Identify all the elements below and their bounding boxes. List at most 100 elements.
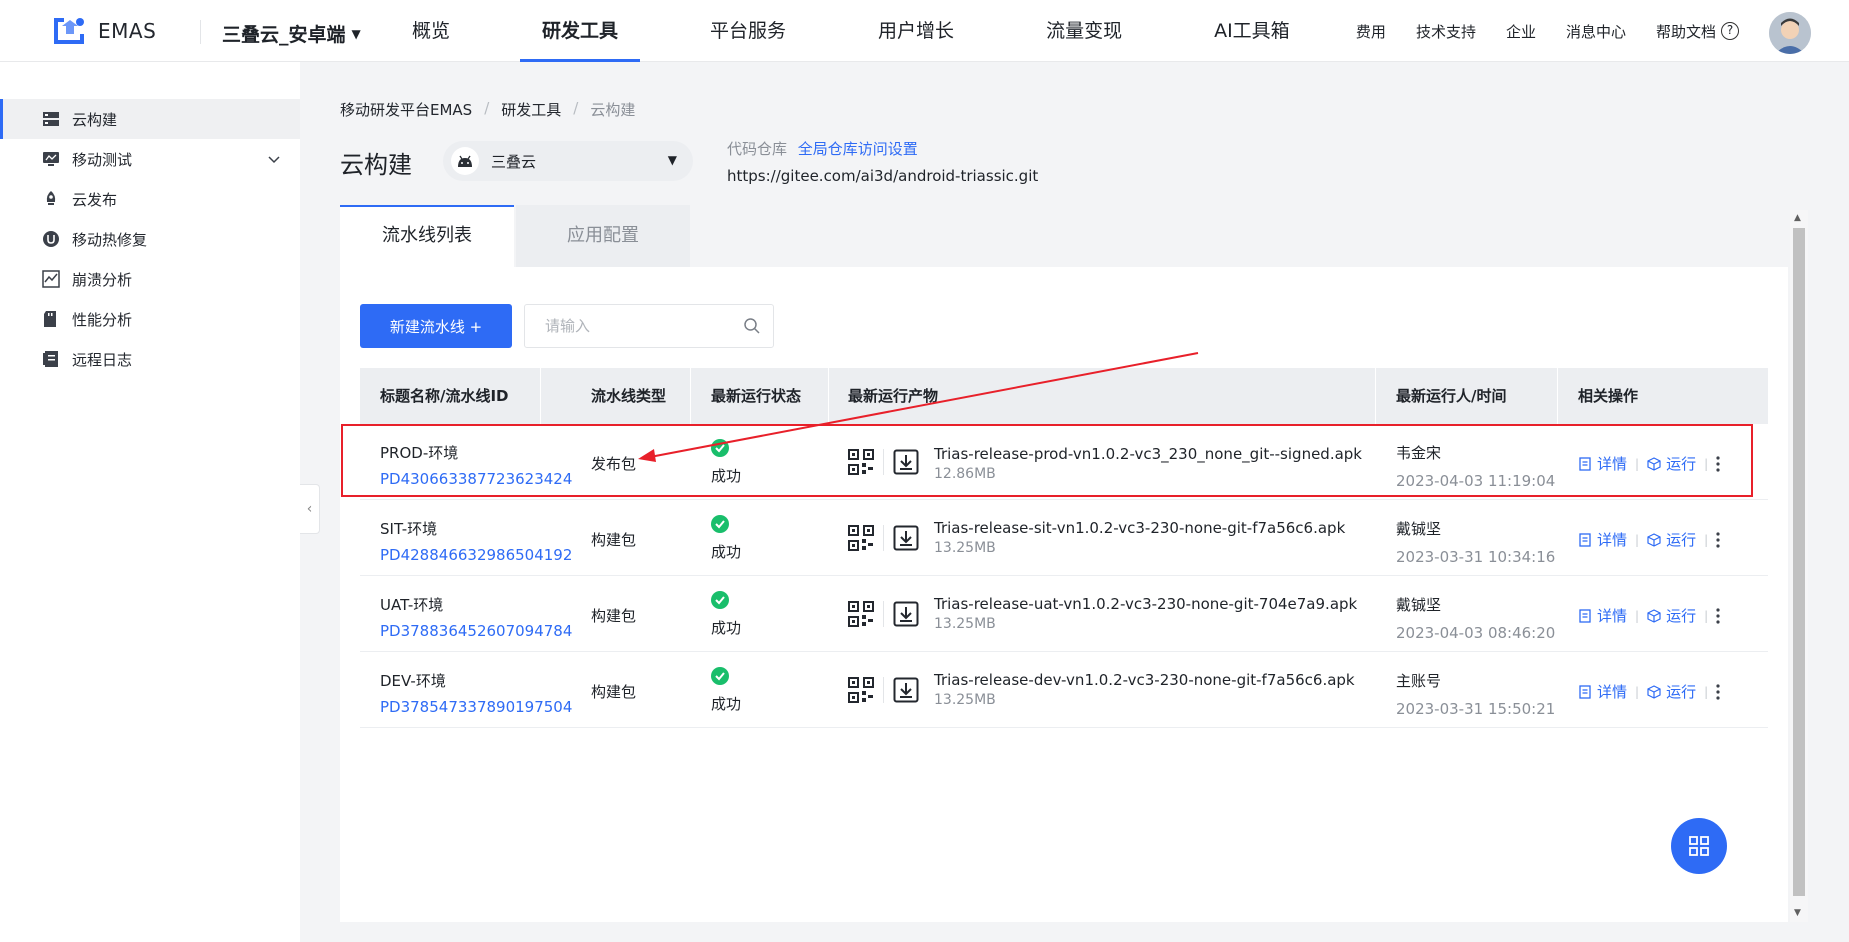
server-icon [43,112,59,126]
new-pipeline-button[interactable]: 新建流水线 + [360,304,512,348]
row-actions: 详情 | 运行 | [1578,453,1720,474]
app-select[interactable]: 三叠云 ▼ [443,141,693,181]
more-vertical-icon[interactable] [1716,683,1720,700]
tab-pipeline-list[interactable]: 流水线列表 [340,205,514,267]
pipeline-name-cell: DEV-环境 PD378547337890197504 [380,670,572,716]
search-input[interactable] [545,317,735,335]
run-button[interactable]: 运行 [1666,529,1696,550]
action-separator: | [1704,608,1709,623]
pipeline-type: 发布包 [591,455,637,473]
repo-settings-link[interactable]: 全局仓库访问设置 [798,140,918,158]
download-icon[interactable] [893,449,919,475]
divider [200,20,201,44]
product-cell: Trias-release-prod-vn1.0.2-vc3_230_none_… [934,445,1362,482]
more-vertical-icon[interactable] [1716,607,1720,624]
divider [883,677,884,703]
more-vertical-icon[interactable] [1716,455,1720,472]
scroll-down-icon[interactable]: ▼ [1794,908,1801,918]
action-separator: | [1635,608,1640,623]
scroll-thumb[interactable] [1793,228,1805,896]
run-button[interactable]: 运行 [1666,605,1696,626]
monitor-icon [43,152,59,166]
product-cell: Trias-release-sit-vn1.0.2-vc3-230-none-g… [934,519,1345,556]
breadcrumb-item[interactable]: 移动研发平台EMAS [340,99,472,120]
nav-monetization[interactable]: 流量变现 [1024,0,1144,62]
column-divider [690,368,691,424]
qr-code-icon[interactable] [848,525,874,551]
nav-platform-services[interactable]: 平台服务 [688,0,808,62]
question-icon: ? [1721,22,1739,40]
nav-dev-tools[interactable]: 研发工具 [520,0,641,62]
detail-button[interactable]: 详情 [1597,605,1627,626]
run-button[interactable]: 运行 [1666,681,1696,702]
run-button[interactable]: 运行 [1666,453,1696,474]
app-select-value: 三叠云 [491,152,537,171]
nav-ai-toolbox[interactable]: AI工具箱 [1192,0,1312,62]
nav-overview[interactable]: 概览 [390,0,472,62]
sidebar-item-crash-analysis[interactable]: 崩溃分析 [0,259,300,299]
download-icon[interactable] [893,601,919,627]
link-enterprise[interactable]: 企业 [1506,21,1536,42]
sidebar-item-cloud-release[interactable]: 云发布 [0,179,300,219]
product-cell: Trias-release-dev-vn1.0.2-vc3-230-none-g… [934,671,1355,708]
more-vertical-icon[interactable] [1716,531,1720,548]
qr-code-icon[interactable] [848,449,874,475]
pipeline-panel: 新建流水线 + 标题名称/流水线ID 流水线类型 最新运行状态 最新运行产物 最… [340,267,1788,922]
user-avatar-icon [1769,12,1811,54]
status-text: 成功 [711,543,742,561]
avatar[interactable] [1769,12,1811,54]
apps-grid-button[interactable] [1671,818,1727,874]
link-tech-support[interactable]: 技术支持 [1416,21,1476,42]
sidebar-item-performance[interactable]: 性能分析 [0,299,300,339]
runner-cell: 戴铖坚 2023-03-31 10:34:16 [1396,518,1555,566]
download-icon[interactable] [893,525,919,551]
pipeline-id-link[interactable]: PD378547337890197504 [380,698,572,716]
pipeline-id-link[interactable]: PD378836452607094784 [380,622,572,640]
pipeline-id-link[interactable]: PD428846632986504192 [380,546,572,564]
sidebar-item-hotfix[interactable]: 移动热修复 [0,219,300,259]
cube-icon [1647,684,1661,699]
emas-logo[interactable]: EMAS [50,14,156,48]
column-header: 相关操作 [1578,387,1639,405]
scrollbar[interactable]: ▲ ▼ [1790,210,1808,922]
sidebar-collapse-toggle[interactable]: ‹ [300,484,320,534]
success-check-icon [711,439,729,457]
link-messages[interactable]: 消息中心 [1566,21,1626,42]
qr-code-icon[interactable] [848,601,874,627]
rocket-icon [46,191,56,205]
pipeline-name: SIT-环境 [380,520,438,538]
success-check-icon [711,667,729,685]
chevron-down-icon[interactable] [266,151,282,167]
app-switcher[interactable]: 三叠云_安卓端 ▼ [222,20,361,47]
pipeline-name: UAT-环境 [380,596,444,614]
link-billing[interactable]: 费用 [1356,21,1386,42]
search-icon[interactable] [743,317,761,335]
column-header: 最新运行产物 [848,387,939,405]
cube-icon [1647,456,1661,471]
download-icon[interactable] [893,677,919,703]
right-nav: 费用 技术支持 企业 消息中心 帮助文档 ? [1326,0,1739,62]
crash-chart-icon [42,270,60,288]
column-divider [540,368,541,424]
product-file-size: 12.86MB [934,466,996,482]
page-title: 云构建 [340,151,412,179]
pipeline-name-cell: UAT-环境 PD378836452607094784 [380,594,572,640]
pipeline-id-link[interactable]: PD430663387723623424 [380,470,572,488]
breadcrumb: 移动研发平台EMAS / 研发工具 / 云构建 [340,99,635,120]
detail-button[interactable]: 详情 [1597,529,1627,550]
scroll-up-icon[interactable]: ▲ [1794,213,1801,223]
link-help-docs[interactable]: 帮助文档 ? [1656,21,1739,42]
sidebar-item-remote-log[interactable]: 远程日志 [0,339,300,379]
tab-app-config[interactable]: 应用配置 [516,205,690,267]
divider [883,525,884,551]
nav-user-growth[interactable]: 用户增长 [856,0,976,62]
table-row: PROD-环境 PD430663387723623424 发布包 成功 Tria… [360,424,1768,500]
row-actions: 详情 | 运行 | [1578,605,1720,626]
sidebar-item-mobile-testing[interactable]: 移动测试 [0,139,300,179]
detail-button[interactable]: 详情 [1597,453,1627,474]
qr-code-icon[interactable] [848,677,874,703]
breadcrumb-item[interactable]: 研发工具 [501,99,561,120]
sidebar-item-cloud-build[interactable]: 云构建 [0,99,300,139]
detail-button[interactable]: 详情 [1597,681,1627,702]
status-text: 成功 [711,695,742,713]
